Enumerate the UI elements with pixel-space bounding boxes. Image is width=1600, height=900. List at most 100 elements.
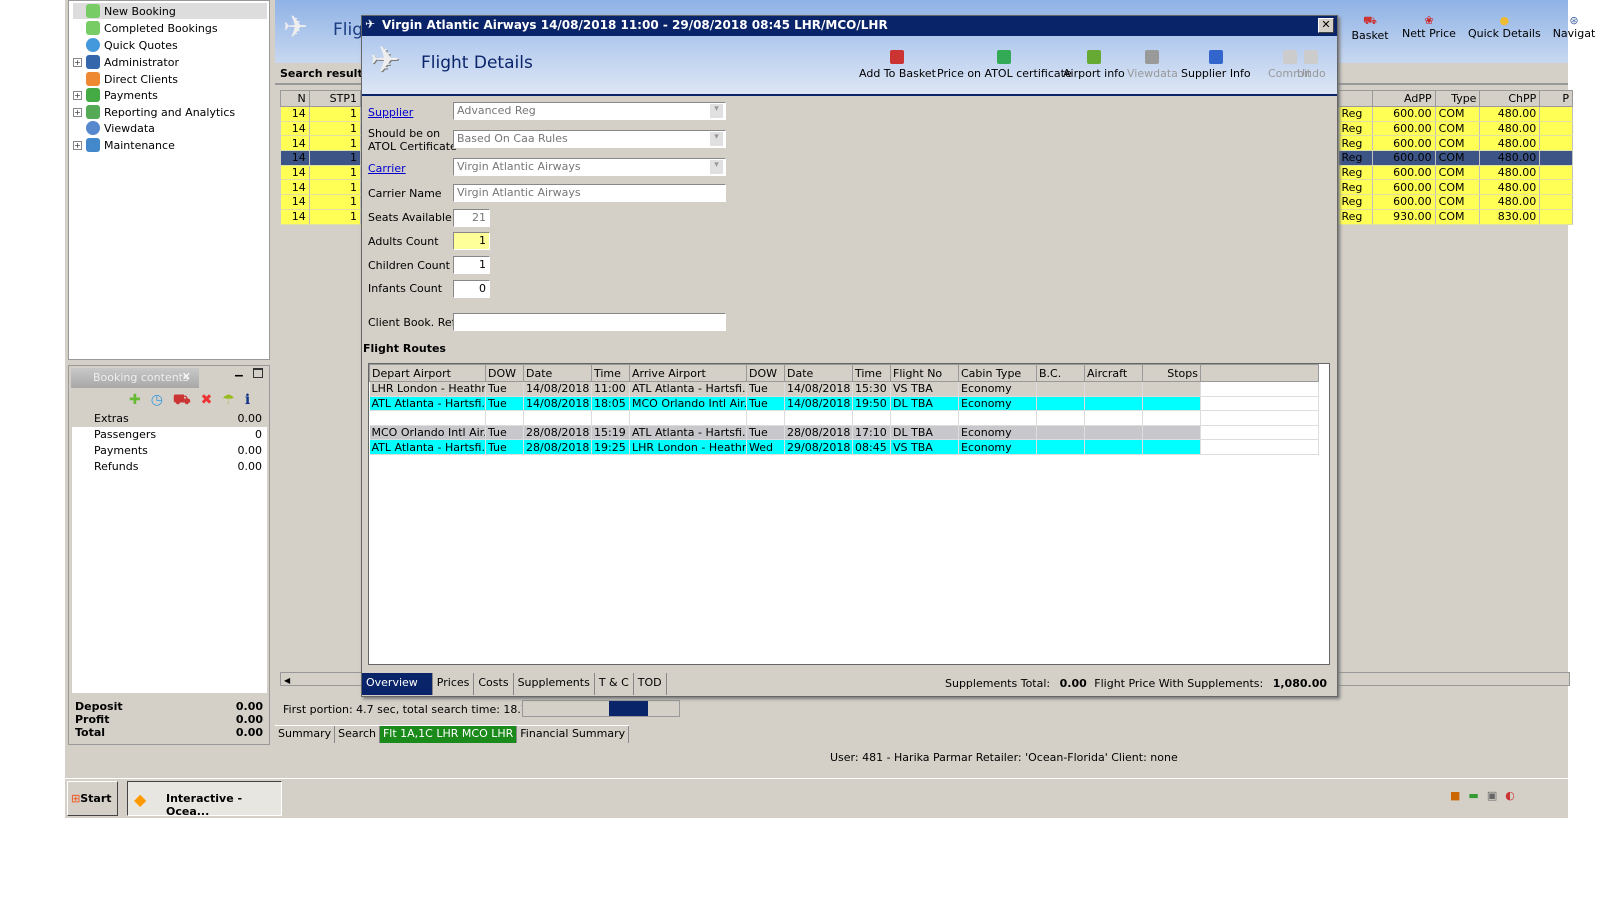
start-button[interactable]: ⊞Start (67, 781, 118, 816)
tray-icon-flag[interactable]: ■ (1450, 789, 1460, 802)
column-header[interactable]: Date (784, 364, 853, 382)
booking-tab[interactable]: Search (335, 726, 380, 743)
tree-item-completed-bookings[interactable]: Completed Bookings (73, 20, 218, 36)
carrier-link[interactable]: Carrier (368, 163, 406, 175)
client-ref-field[interactable] (453, 313, 726, 331)
tree-item-maintenance[interactable]: + Maintenance (73, 137, 175, 153)
table-row[interactable]: Reg 930.00 COM 830.00 (1338, 209, 1573, 225)
minimize-icon[interactable]: ▁ (235, 366, 243, 377)
tab-overview[interactable]: Overview (362, 673, 433, 695)
table-row[interactable]: Reg 600.00 COM 480.00 (1338, 135, 1573, 152)
table-row[interactable]: 14 1 (280, 121, 362, 137)
booking-tab[interactable]: Financial Summary (517, 726, 630, 743)
expand-icon[interactable]: + (73, 57, 82, 67)
booking-row[interactable]: Refunds 0.00 (72, 459, 267, 475)
table-row[interactable]: 14 1 (280, 106, 362, 122)
booking-tab[interactable]: Summary (275, 726, 336, 743)
column-header[interactable]: Type (1434, 90, 1481, 107)
tree-item-reporting[interactable]: + Reporting and Analytics (73, 104, 235, 120)
tray-icon-display[interactable]: ▣ (1487, 789, 1497, 802)
toolbar-button-viewdata[interactable]: Viewdata (1127, 50, 1178, 80)
maximize-icon[interactable] (253, 368, 263, 378)
column-header[interactable]: Arrive Airport (629, 364, 747, 382)
basket-button[interactable]: ⛟ Basket (1350, 14, 1390, 42)
taskbar-item-interactive[interactable]: ◆ Interactive - Ocea... (127, 781, 282, 818)
column-header[interactable]: N (280, 90, 310, 107)
expand-icon[interactable]: + (73, 140, 82, 150)
column-header[interactable]: Date (523, 364, 592, 382)
children-field[interactable]: 1 (453, 256, 490, 274)
tree-item-quick-quotes[interactable]: Quick Quotes (73, 37, 178, 53)
tree-item-direct-clients[interactable]: Direct Clients (73, 71, 178, 87)
tree-item-viewdata[interactable]: Viewdata (73, 120, 155, 136)
column-header[interactable]: Time (852, 364, 891, 382)
route-row[interactable]: ATL Atlanta - Hartsfi... Tue 14/08/2018 18:… (369, 396, 1319, 412)
tray-icon-network[interactable]: ▬ (1468, 789, 1478, 802)
booking-row[interactable]: Extras 0.00 (72, 411, 267, 427)
table-row[interactable]: 14 1 (280, 179, 362, 196)
tray-icon-volume-muted[interactable]: ◐ (1505, 789, 1515, 802)
column-header[interactable]: Depart Airport (369, 364, 486, 382)
table-row[interactable]: Reg 600.00 COM 480.00 (1338, 165, 1573, 181)
carrier-name-field[interactable]: Virgin Atlantic Airways (453, 184, 726, 202)
toolbar-button-add-to-basket[interactable]: Add To Basket (859, 50, 936, 80)
table-row[interactable]: 14 1 (280, 209, 362, 225)
column-header[interactable]: Aircraft (1084, 364, 1143, 382)
table-row[interactable]: 14 1 (280, 165, 362, 181)
booking-contents-tab[interactable]: Booking contents ✕ (71, 368, 199, 388)
tab-costs[interactable]: Costs (474, 673, 514, 695)
close-button[interactable]: ✕ (1318, 18, 1334, 33)
column-header[interactable]: Time (591, 364, 630, 382)
expand-icon[interactable]: + (73, 90, 82, 100)
route-row[interactable] (369, 410, 1319, 426)
scroll-left-icon[interactable]: ◀ (281, 676, 290, 685)
atol-select[interactable]: Based On Caa Rules (453, 130, 726, 148)
table-row[interactable]: 14 1 (280, 135, 362, 152)
column-header[interactable]: DOW (485, 364, 524, 382)
navigate-button[interactable]: ⊛ Navigat (1553, 14, 1596, 42)
column-header[interactable]: B.C. (1036, 364, 1085, 382)
tab-tod[interactable]: TOD (634, 673, 667, 695)
table-row[interactable]: Reg 600.00 COM 480.00 (1338, 150, 1573, 166)
info-icon[interactable]: i (245, 392, 250, 410)
basket-icon[interactable]: ⛟ (173, 392, 191, 410)
column-header[interactable]: AdPP (1371, 90, 1436, 107)
delete-icon[interactable]: ✖ (201, 392, 213, 410)
quick-details-button[interactable]: ● Quick Details (1468, 14, 1541, 42)
column-header[interactable]: Cabin Type (958, 364, 1037, 382)
column-header[interactable]: Stops (1142, 364, 1201, 382)
nett-price-button[interactable]: ❀ Nett Price (1402, 14, 1456, 42)
palm-icon[interactable]: ☂ (222, 392, 235, 410)
table-row[interactable]: Reg 600.00 COM 480.00 (1338, 194, 1573, 210)
toolbar-button-price-on-atol-certificate[interactable]: Price on ATOL certificate (937, 50, 1072, 80)
tree-item-administrator[interactable]: + Administrator (73, 54, 179, 70)
supplier-link[interactable]: Supplier (368, 107, 413, 119)
column-header[interactable]: DOW (746, 364, 785, 382)
column-header[interactable]: P (1539, 90, 1573, 107)
clock-icon[interactable]: ◷ (151, 392, 163, 410)
close-icon[interactable]: ✕ (182, 370, 191, 383)
booking-row[interactable]: Passengers 0 (72, 427, 267, 443)
booking-row[interactable]: Payments 0.00 (72, 443, 267, 459)
table-row[interactable]: 14 1 (280, 150, 362, 166)
route-row[interactable]: LHR London - Heathr... Tue 14/08/2018 11:00… (369, 381, 1319, 397)
tree-item-new-booking[interactable]: New Booking (73, 3, 267, 19)
tab-t-c[interactable]: T & C (595, 673, 634, 695)
table-row[interactable]: 14 1 (280, 194, 362, 210)
expand-icon[interactable]: + (73, 107, 82, 117)
supplier-select[interactable]: Advanced Reg (453, 102, 726, 120)
toolbar-button-airport-info[interactable]: Airport info (1063, 50, 1125, 80)
column-header[interactable]: Flight No (890, 364, 959, 382)
adults-field[interactable]: 1 (453, 232, 490, 250)
table-row[interactable]: Reg 600.00 COM 480.00 (1338, 121, 1573, 137)
column-header[interactable]: STP1 (308, 90, 362, 107)
column-header[interactable]: ChPP (1479, 90, 1541, 107)
infants-field[interactable]: 0 (453, 280, 490, 298)
table-row[interactable]: Reg 600.00 COM 480.00 (1338, 106, 1573, 122)
route-row[interactable]: ATL Atlanta - Hartsfi... Tue 28/08/2018 19:… (369, 439, 1319, 455)
dialog-titlebar[interactable]: ✈ Virgin Atlantic Airways 14/08/2018 11:0… (362, 16, 1337, 36)
booking-tab[interactable]: Flt 1A,1C LHR MCO LHR (379, 726, 518, 743)
tree-item-payments[interactable]: + Payments (73, 87, 158, 103)
tab-prices[interactable]: Prices (433, 673, 475, 695)
toolbar-button-supplier-info[interactable]: Supplier Info (1181, 50, 1251, 80)
